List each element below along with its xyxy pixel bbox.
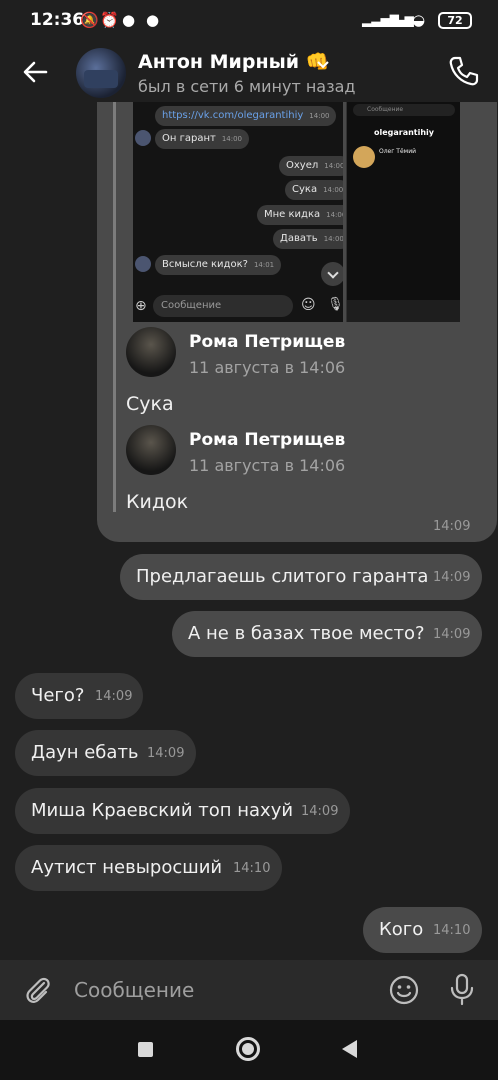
- microphone-icon[interactable]: [446, 972, 478, 1006]
- message-bubble-incoming[interactable]: Аутист невыросший 14:10: [15, 845, 282, 891]
- status-time: 12:36: [30, 10, 85, 30]
- message-composer: Сообщение: [0, 960, 498, 1020]
- message-bubble-incoming[interactable]: Даун ебать 14:09: [15, 730, 196, 776]
- forwarded-sender[interactable]: Рома Петрищев: [189, 332, 345, 352]
- system-nav-bar: [0, 1020, 498, 1080]
- attached-screenshot-profile[interactable]: Сообщение olegarantihiy Олег Тёмий: [346, 102, 460, 322]
- recent-apps-icon[interactable]: [138, 1042, 153, 1057]
- s2-search: Сообщение: [353, 104, 455, 116]
- nav-back-icon[interactable]: [342, 1040, 357, 1058]
- message-text: А не в базах твое место?: [188, 623, 425, 644]
- ss-message: Охуел 14:00: [279, 156, 343, 176]
- message-text: Предлагаешь слитого гаранта: [136, 566, 429, 587]
- home-icon[interactable]: [236, 1037, 260, 1061]
- message-text: Даун ебать: [31, 742, 139, 763]
- forwarded-date: 11 августа в 14:06: [189, 456, 346, 475]
- message-time: 14:10: [233, 861, 271, 876]
- ss-message: Мне кидка14:00: [257, 205, 343, 225]
- message-text: Аутист невыросший: [31, 857, 223, 878]
- attached-screenshot-chat[interactable]: https://vk.com/olegarantihiy 14:00 Он гар…: [133, 102, 343, 322]
- forwarded-text: Сука: [126, 393, 174, 415]
- ss-link: https://vk.com/olegarantihiy: [162, 110, 304, 121]
- alarm-icon: ⏰: [100, 11, 119, 29]
- status-bar: 12:36 🔕 ⏰ ● ● ▂▃▅▇ ▂▄▆ ◒ 72: [0, 0, 498, 42]
- s2-title: olegarantihiy: [373, 128, 435, 137]
- avatar[interactable]: [126, 327, 176, 377]
- whatsapp-icon: ●: [122, 11, 136, 29]
- s2-bottom-nav: [347, 300, 460, 322]
- signal-r-icon: ▂▄▆: [386, 13, 414, 27]
- ss-avatar: [135, 130, 151, 146]
- ss-mic-icon: 🎙: [327, 297, 343, 312]
- ss-input: Сообщение: [153, 295, 293, 317]
- message-time: 14:09: [95, 689, 133, 704]
- message-time: 14:09: [301, 804, 339, 819]
- ss-message: Всмысле кидок? 14:01: [155, 255, 282, 275]
- message-time: 14:09: [147, 746, 185, 761]
- message-bubble-outgoing[interactable]: Кого 14:10: [363, 907, 482, 953]
- message-text: Миша Краевский топ нахуй: [31, 800, 294, 821]
- ss-plus-icon: ⊕: [135, 298, 147, 314]
- chat-header: Антон Мирный 👊 был в сети 6 минут назад: [0, 42, 498, 106]
- message-input[interactable]: Сообщение: [74, 978, 194, 1002]
- mute-icon: 🔕: [80, 11, 99, 29]
- ss-smile-icon: ☺: [301, 297, 316, 313]
- message-text: Чего?: [31, 685, 85, 706]
- message-bubble-incoming[interactable]: Чего? 14:09: [15, 673, 143, 719]
- paperclip-icon[interactable]: [22, 974, 54, 1006]
- message-time: 14:09: [433, 627, 471, 642]
- smile-icon[interactable]: [388, 974, 420, 1006]
- message-time: 14:09: [433, 570, 471, 585]
- ss-message: Сука 14:00: [285, 180, 343, 200]
- forwarded-date: 11 августа в 14:06: [189, 358, 346, 377]
- wifi-icon: ◒: [412, 11, 426, 29]
- message-bubble-outgoing[interactable]: Предлагаешь слитого гаранта 14:09: [120, 554, 482, 600]
- message-time: 14:10: [433, 923, 471, 938]
- avatar[interactable]: [126, 425, 176, 475]
- message-bubble-incoming[interactable]: Миша Краевский топ нахуй 14:09: [15, 788, 350, 834]
- battery-icon: 72: [438, 12, 472, 29]
- avatar[interactable]: [76, 48, 126, 98]
- s2-name: Олег Тёмий: [379, 148, 416, 155]
- chevron-down-icon[interactable]: [316, 60, 330, 70]
- s2-avatar: [353, 146, 375, 168]
- ss-scroll-down-icon: [321, 262, 343, 286]
- arrow-left-icon[interactable]: [20, 56, 52, 88]
- ss-message: Он гарант 14:00: [155, 129, 249, 149]
- ss-message: Давать 14:00: [273, 229, 343, 249]
- message-text: Кого: [379, 919, 424, 940]
- ss-avatar: [135, 256, 151, 272]
- chat-icon: ●: [146, 11, 160, 29]
- message-time: 14:09: [433, 519, 471, 534]
- forwarded-text: Кидок: [126, 491, 189, 513]
- forwarded-sender[interactable]: Рома Петрищев: [189, 430, 345, 450]
- phone-icon[interactable]: [446, 54, 480, 88]
- message-bubble-outgoing[interactable]: А не в базах твое место? 14:09: [172, 611, 482, 657]
- contact-name[interactable]: Антон Мирный 👊: [138, 50, 329, 73]
- contact-status: был в сети 6 минут назад: [138, 77, 356, 96]
- forward-quote-line: [113, 102, 116, 512]
